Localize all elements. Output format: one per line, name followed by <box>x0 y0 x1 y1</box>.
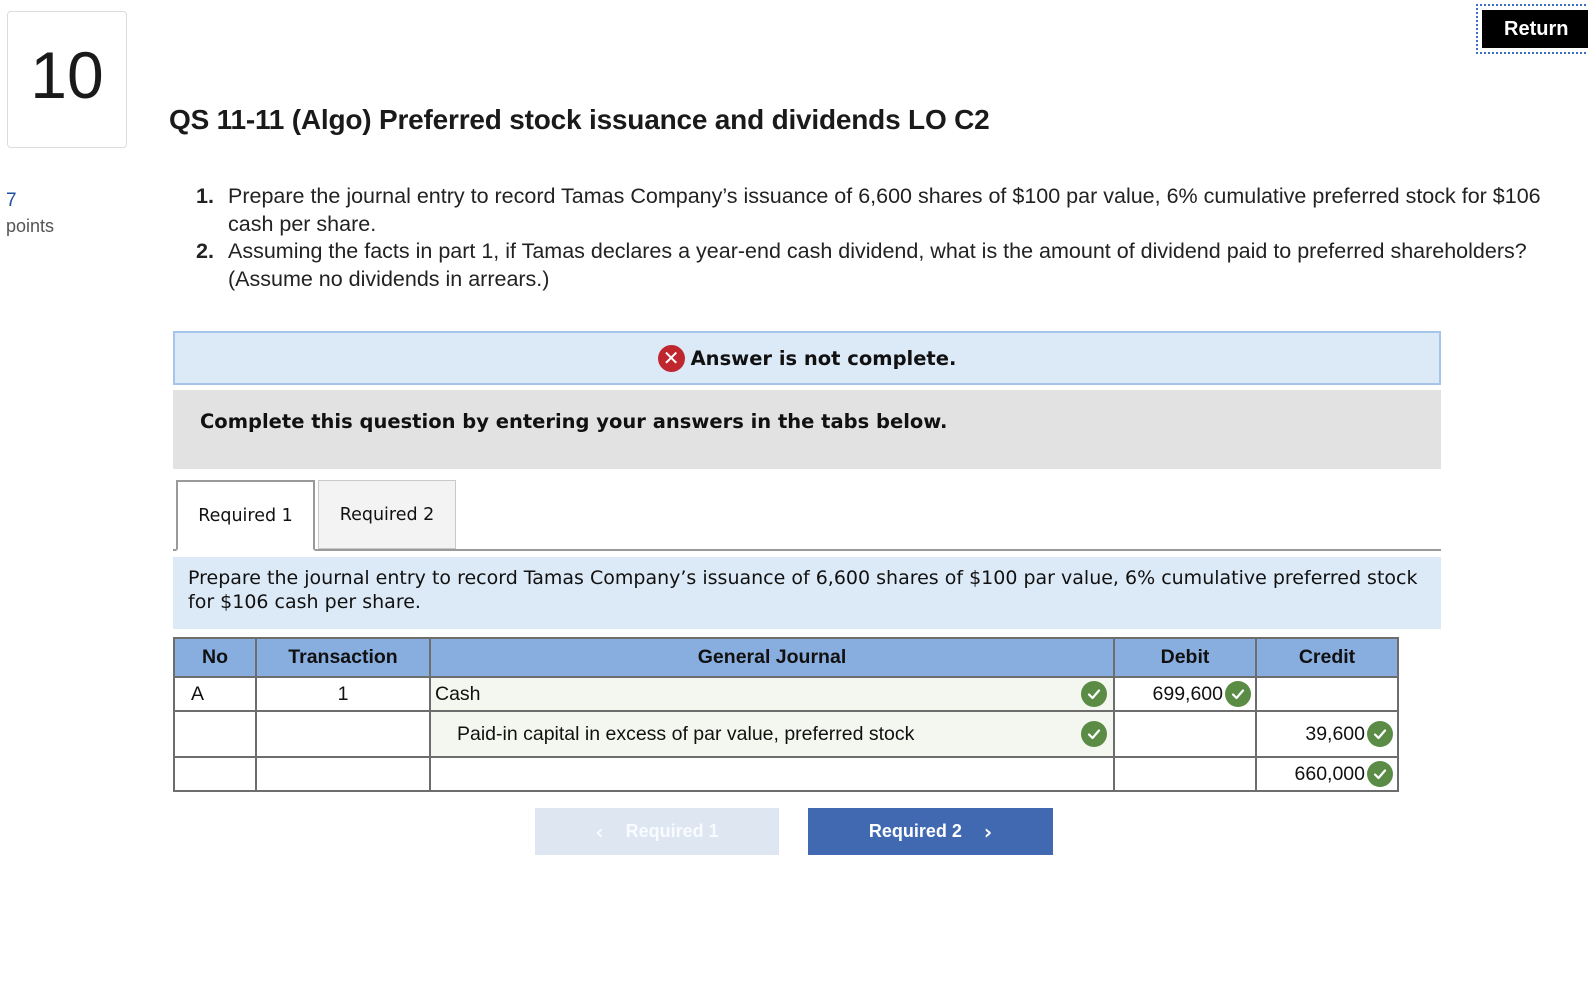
question-number: 10 <box>30 37 104 112</box>
next-tab-label: Required 2 <box>868 821 962 841</box>
instruction-item: 2. Assuming the facts in part 1, if Tama… <box>196 238 1566 293</box>
tab-label: Required 2 <box>339 504 435 525</box>
account-cell[interactable] <box>429 756 1115 792</box>
transaction-cell <box>255 756 431 792</box>
check-icon <box>1367 761 1393 787</box>
instruction-number: 1. <box>196 184 214 208</box>
column-header-credit: Credit <box>1255 637 1399 678</box>
return-button[interactable]: Return <box>1476 4 1588 54</box>
answer-status-text: Answer is not complete. <box>690 346 957 370</box>
account-cell[interactable]: Paid-in capital in excess of par value, … <box>429 710 1115 758</box>
next-tab-button[interactable]: Required 2 › <box>808 808 1053 855</box>
check-icon <box>1367 721 1393 747</box>
chevron-right-icon: › <box>983 819 993 844</box>
tab-label: Required 1 <box>198 505 293 526</box>
column-header-general-journal: General Journal <box>429 637 1115 678</box>
prev-tab-label: Required 1 <box>625 821 719 841</box>
credit-amount: 39,600 <box>1305 722 1365 745</box>
tab-required-1[interactable]: Required 1 <box>176 480 315 551</box>
check-icon <box>1081 681 1107 707</box>
account-cell[interactable]: Cash <box>429 676 1115 712</box>
question-title: QS 11-11 (Algo) Preferred stock issuance… <box>169 104 990 135</box>
column-header-no: No <box>173 637 257 678</box>
debit-cell[interactable] <box>1113 710 1257 758</box>
points-value: 7 <box>6 190 17 211</box>
entry-no-cell <box>173 710 257 758</box>
tab-required-2[interactable]: Required 2 <box>318 480 456 549</box>
table-header-row: No Transaction General Journal Debit Cre… <box>173 637 1399 678</box>
points-label: points <box>6 216 55 236</box>
answer-status-banner: ✕ Answer is not complete. <box>173 331 1441 385</box>
tab-prompt: Prepare the journal entry to record Tama… <box>173 557 1441 629</box>
table-row: 660,000 <box>173 756 1399 792</box>
entry-no-cell: A <box>173 676 257 712</box>
prev-tab-button[interactable]: ‹ Required 1 <box>535 808 779 855</box>
account-name: Paid-in capital in excess of par value, … <box>457 722 915 745</box>
credit-cell[interactable]: 39,600 <box>1255 710 1399 758</box>
instruction-text: Prepare the journal entry to record Tama… <box>228 184 1541 236</box>
debit-cell[interactable]: 699,600 <box>1113 676 1257 712</box>
transaction-cell <box>255 710 431 758</box>
instruction-text: Assuming the facts in part 1, if Tamas d… <box>228 239 1527 291</box>
transaction-cell: 1 <box>255 676 431 712</box>
instruction-banner: Complete this question by entering your … <box>173 390 1441 469</box>
credit-cell[interactable]: 660,000 <box>1255 756 1399 792</box>
credit-amount: 660,000 <box>1294 762 1366 785</box>
instructions-list: 1. Prepare the journal entry to record T… <box>196 183 1566 293</box>
question-number-box: 10 <box>7 11 127 148</box>
tab-prompt-text: Prepare the journal entry to record Tama… <box>188 567 1418 613</box>
column-header-debit: Debit <box>1113 637 1257 678</box>
column-header-transaction: Transaction <box>255 637 431 678</box>
entry-no-cell <box>173 756 257 792</box>
debit-amount: 699,600 <box>1152 682 1224 705</box>
tabs-divider <box>173 549 1441 551</box>
account-name: Cash <box>435 682 481 705</box>
instruction-banner-text: Complete this question by entering your … <box>200 410 948 433</box>
chevron-left-icon: ‹ <box>595 819 604 844</box>
return-button-label: Return <box>1482 10 1588 48</box>
table-row: A 1 Cash 699,600 <box>173 676 1399 712</box>
instruction-item: 1. Prepare the journal entry to record T… <box>196 183 1566 238</box>
general-journal-table: No Transaction General Journal Debit Cre… <box>173 637 1399 792</box>
instruction-number: 2. <box>196 239 214 263</box>
check-icon <box>1081 721 1107 747</box>
x-circle-icon: ✕ <box>657 344 685 372</box>
credit-cell[interactable] <box>1255 676 1399 712</box>
check-icon <box>1225 681 1251 707</box>
table-row: Paid-in capital in excess of par value, … <box>173 710 1399 758</box>
debit-cell[interactable] <box>1113 756 1257 792</box>
